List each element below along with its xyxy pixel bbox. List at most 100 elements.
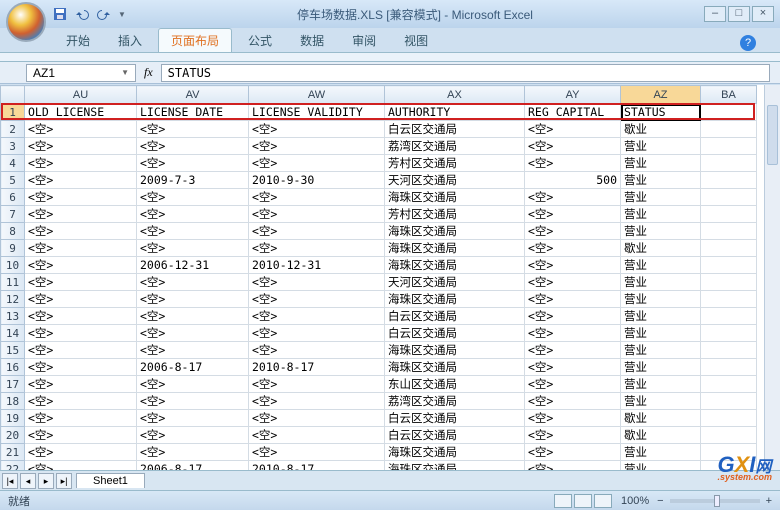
cell[interactable]: 芳村区交通局 [385,155,525,172]
row-header[interactable]: 1 [1,104,25,121]
sheet-nav-prev[interactable]: ◂ [20,473,36,489]
zoom-slider[interactable] [670,499,760,503]
ribbon-tab-5[interactable]: 审阅 [340,29,388,52]
row-header[interactable]: 22 [1,461,25,471]
cell[interactable]: <空> [25,444,137,461]
cell[interactable]: 2009-7-3 [137,172,249,189]
ribbon-tab-3[interactable]: 公式 [236,29,284,52]
cell[interactable] [701,461,757,471]
cell[interactable]: <空> [137,291,249,308]
cell[interactable]: 芳村区交通局 [385,206,525,223]
cell[interactable]: 荔湾区交通局 [385,138,525,155]
col-header[interactable]: AU [25,86,137,104]
cell[interactable]: 2006-8-17 [137,461,249,471]
cell[interactable] [701,359,757,376]
cell[interactable]: 海珠区交通局 [385,240,525,257]
cell[interactable]: <空> [25,410,137,427]
row-header[interactable]: 2 [1,121,25,138]
row-header[interactable]: 3 [1,138,25,155]
cell[interactable]: 荔湾区交通局 [385,393,525,410]
row-header[interactable]: 16 [1,359,25,376]
cell[interactable]: REG_CAPITAL [525,104,621,121]
minimize-button[interactable]: – [704,6,726,22]
view-normal-button[interactable] [554,494,572,508]
cell[interactable]: 海珠区交通局 [385,342,525,359]
cell[interactable]: <空> [25,121,137,138]
cell[interactable] [701,155,757,172]
cell[interactable] [701,444,757,461]
row-header[interactable]: 17 [1,376,25,393]
cell[interactable]: <空> [525,155,621,172]
cell[interactable]: 2010-8-17 [249,359,385,376]
cell[interactable] [701,189,757,206]
cell[interactable] [701,104,757,121]
cell[interactable]: <空> [25,342,137,359]
view-layout-button[interactable] [574,494,592,508]
cell[interactable] [701,223,757,240]
row-header[interactable]: 14 [1,325,25,342]
cell[interactable] [701,206,757,223]
cell[interactable] [701,427,757,444]
vertical-scrollbar[interactable] [764,85,780,470]
sheet-nav-first[interactable]: |◂ [2,473,18,489]
cell[interactable]: 2006-8-17 [137,359,249,376]
cell[interactable]: <空> [249,206,385,223]
cell[interactable]: 白云区交通局 [385,410,525,427]
cell[interactable]: 白云区交通局 [385,121,525,138]
cell[interactable]: <空> [525,240,621,257]
cell[interactable] [701,410,757,427]
cell[interactable] [701,342,757,359]
cell[interactable]: <空> [137,410,249,427]
cell[interactable]: <空> [525,223,621,240]
cell[interactable]: 营业 [621,257,701,274]
cell[interactable]: <空> [525,461,621,471]
row-header[interactable]: 10 [1,257,25,274]
cell[interactable]: <空> [25,393,137,410]
cell[interactable] [701,274,757,291]
cell[interactable]: 白云区交通局 [385,308,525,325]
cell[interactable]: 白云区交通局 [385,325,525,342]
cell[interactable]: <空> [25,274,137,291]
cell[interactable]: 营业 [621,325,701,342]
cell[interactable] [701,325,757,342]
cell[interactable]: <空> [137,427,249,444]
redo-icon[interactable] [96,6,112,22]
cell[interactable]: 海珠区交通局 [385,444,525,461]
cell[interactable]: 海珠区交通局 [385,257,525,274]
cell[interactable]: 营业 [621,155,701,172]
name-box[interactable]: AZ1 ▼ [26,64,136,82]
cell[interactable]: LICENSE_VALIDITY [249,104,385,121]
cell[interactable] [701,308,757,325]
col-header[interactable]: AZ [621,86,701,104]
col-header[interactable]: AV [137,86,249,104]
cell[interactable]: <空> [525,308,621,325]
cell[interactable]: 营业 [621,223,701,240]
cell[interactable]: 营业 [621,291,701,308]
qat-dropdown-icon[interactable]: ▼ [118,10,126,19]
cell[interactable]: <空> [525,342,621,359]
cell[interactable]: 2006-12-31 [137,257,249,274]
cell[interactable]: 2010-12-31 [249,257,385,274]
cell[interactable] [701,291,757,308]
cell[interactable]: <空> [249,427,385,444]
cell[interactable]: <空> [137,121,249,138]
row-header[interactable]: 19 [1,410,25,427]
cell[interactable]: <空> [25,172,137,189]
cell[interactable]: <空> [25,257,137,274]
ribbon-tab-1[interactable]: 插入 [106,29,154,52]
cell[interactable]: 营业 [621,172,701,189]
cell[interactable]: 营业 [621,308,701,325]
cell[interactable]: <空> [249,410,385,427]
cell[interactable]: LICENSE_DATE [137,104,249,121]
cell[interactable]: <空> [25,155,137,172]
cell[interactable]: 东山区交通局 [385,376,525,393]
cell[interactable]: 营业 [621,376,701,393]
cell[interactable]: <空> [249,274,385,291]
cell[interactable]: 营业 [621,461,701,471]
cell[interactable] [701,121,757,138]
cell[interactable]: <空> [137,189,249,206]
cell[interactable]: <空> [525,325,621,342]
cell[interactable]: <空> [25,206,137,223]
col-header[interactable]: AX [385,86,525,104]
cell[interactable]: 海珠区交通局 [385,291,525,308]
